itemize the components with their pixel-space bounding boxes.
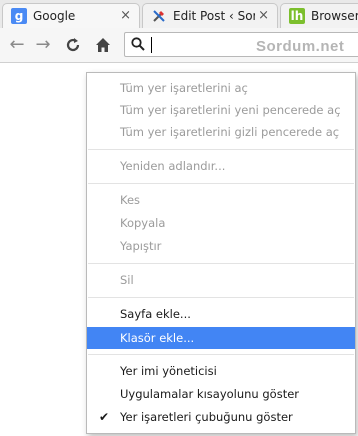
menu-separator bbox=[88, 149, 354, 150]
menu-separator bbox=[88, 263, 354, 264]
menu-item-copy[interactable]: Kopyala bbox=[87, 212, 355, 234]
lh-favicon-icon: lh bbox=[289, 8, 305, 24]
menu-item-show-bookmarks-bar[interactable]: ✔ Yer işaretleri çubuğunu göster bbox=[87, 406, 355, 428]
menu-separator bbox=[88, 297, 354, 298]
menu-item-open-all[interactable]: Tüm yer işaretlerini aç bbox=[87, 77, 355, 99]
menu-item-show-apps-shortcut[interactable]: Uygulamalar kısayolunu göster bbox=[87, 383, 355, 405]
menu-item-add-page[interactable]: Sayfa ekle... bbox=[87, 303, 355, 325]
tab-browser-sp[interactable]: lh Browser Sp bbox=[280, 3, 358, 28]
reload-icon bbox=[66, 38, 80, 52]
wordpress-tools-icon bbox=[151, 8, 167, 24]
omnibox-input[interactable] bbox=[153, 35, 257, 56]
menu-item-label: Yer işaretleri çubuğunu göster bbox=[120, 410, 293, 424]
tab-title: Browser Sp bbox=[311, 9, 358, 23]
forward-button[interactable]: → bbox=[32, 34, 54, 56]
search-icon bbox=[131, 37, 145, 51]
google-favicon-icon: g bbox=[11, 8, 27, 24]
menu-item-open-all-new-window[interactable]: Tüm yer işaretlerini yeni pencerede aç bbox=[87, 99, 355, 121]
back-button[interactable]: ← bbox=[6, 34, 28, 56]
tab-title: Edit Post ‹ Sordu bbox=[173, 9, 255, 23]
back-arrow-icon: ← bbox=[9, 34, 25, 55]
close-tab-icon[interactable]: × bbox=[258, 8, 269, 23]
menu-item-open-all-incognito[interactable]: Tüm yer işaretlerini gizli pencerede aç bbox=[87, 121, 355, 143]
tab-edit-post[interactable]: Edit Post ‹ Sordu × bbox=[142, 3, 278, 28]
menu-item-add-folder[interactable]: Klasör ekle... bbox=[87, 327, 355, 349]
menu-separator bbox=[88, 183, 354, 184]
menu-item-paste[interactable]: Yapıştır bbox=[87, 235, 355, 257]
text-cursor bbox=[151, 37, 152, 53]
forward-arrow-icon: → bbox=[35, 34, 51, 55]
reload-button[interactable] bbox=[62, 34, 84, 56]
tab-title: Google bbox=[33, 9, 76, 23]
tab-strip: g Google × Edit Post ‹ Sordu × lh Browse… bbox=[0, 0, 358, 28]
tab-google[interactable]: g Google × bbox=[2, 3, 140, 28]
checkmark-icon: ✔ bbox=[99, 410, 110, 424]
menu-separator bbox=[88, 354, 354, 355]
menu-item-rename[interactable]: Yeniden adlandır... bbox=[87, 155, 355, 177]
bookmarks-context-menu: Tüm yer işaretlerini aç Tüm yer işaretle… bbox=[86, 72, 356, 434]
menu-item-bookmark-manager[interactable]: Yer imi yöneticisi bbox=[87, 360, 355, 382]
close-tab-icon[interactable]: × bbox=[120, 8, 131, 23]
home-button[interactable] bbox=[92, 34, 114, 56]
menu-item-cut[interactable]: Kes bbox=[87, 189, 355, 211]
menu-item-delete[interactable]: Sil bbox=[87, 269, 355, 291]
home-icon bbox=[96, 38, 110, 52]
watermark: Sordum.net bbox=[256, 38, 345, 55]
